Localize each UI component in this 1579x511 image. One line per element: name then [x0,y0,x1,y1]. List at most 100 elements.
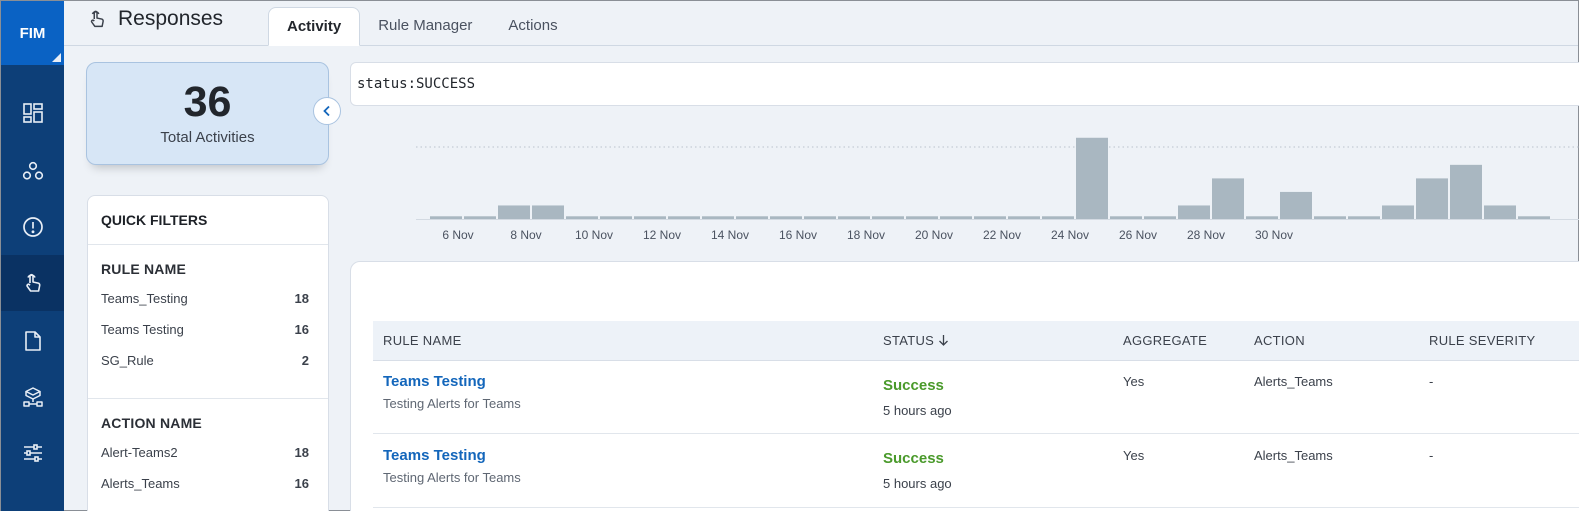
x-tick-label: 18 Nov [847,228,885,242]
histogram-bar[interactable] [1008,216,1040,219]
table-row[interactable]: Teams Testing Testing Alerts for Teams S… [373,435,1579,508]
search-input[interactable] [350,62,1579,106]
tab-activity[interactable]: Activity [268,7,361,46]
nav-alerts[interactable] [1,199,64,255]
status-badge: Success [883,450,944,467]
status-time: 5 hours ago [883,476,952,491]
total-activities-label: Total Activities [160,129,255,146]
histogram-bar[interactable] [1518,216,1550,219]
x-tick-label: 16 Nov [779,228,817,242]
nav-documents[interactable] [1,313,64,369]
histogram-bar[interactable] [430,216,462,219]
collapse-panel-button[interactable] [313,97,341,125]
histogram-bar[interactable] [566,216,598,219]
nav-dashboard[interactable] [1,85,64,141]
aggregate-cell: Yes [1123,448,1145,463]
filter-item[interactable]: SG_Rule 2 [101,353,315,384]
x-tick-label: 12 Nov [643,228,681,242]
tab-rule-manager[interactable]: Rule Manager [360,7,490,46]
filter-item[interactable]: Teams_Testing 18 [101,291,315,322]
histogram-bar[interactable] [940,216,972,219]
filter-item-count: 16 [294,322,309,337]
nav-settings[interactable] [1,425,64,481]
filter-item-count: 18 [294,291,309,306]
histogram-bar[interactable] [1382,205,1414,219]
nav-network[interactable] [1,369,64,425]
filter-item[interactable]: Alerts_Teams 16 [101,476,315,507]
network-icon [22,387,43,407]
rule-name-link[interactable]: Teams Testing [383,447,521,464]
histogram-bar[interactable] [702,216,734,219]
filter-item-label: Alerts_Teams [101,476,180,491]
histogram-bar[interactable] [1144,216,1176,219]
brand-label: FIM [19,24,46,42]
x-tick-label: 22 Nov [983,228,1021,242]
quick-filters-panel: QUICK FILTERS RULE NAME Teams_Testing 18… [87,195,329,511]
histogram-bar[interactable] [974,216,1006,219]
histogram-bar[interactable] [464,216,496,219]
histogram-bar[interactable] [668,216,700,219]
histogram-bar[interactable] [872,216,904,219]
assets-icon [22,161,43,180]
x-tick-label: 30 Nov [1255,228,1293,242]
filter-item-count: 16 [294,476,309,491]
column-header-aggregate[interactable]: AGGREGATE [1123,333,1207,348]
histogram-bar[interactable] [1280,191,1312,219]
histogram-bar[interactable] [1416,178,1448,219]
total-activities-count: 36 [183,78,232,126]
histogram-bar[interactable] [1484,205,1516,219]
histogram-bar[interactable] [1042,216,1074,219]
column-header-status-label: STATUS [883,333,935,348]
quick-filters-title: QUICK FILTERS [88,196,328,245]
rule-description: Testing Alerts for Teams [383,470,521,485]
column-header-rule-severity[interactable]: RULE SEVERITY [1429,333,1535,348]
filter-section-action-name: ACTION NAME Alert-Teams2 18 Alerts_Teams… [88,399,328,507]
column-header-status[interactable]: STATUS [883,333,949,348]
responses-icon [90,10,104,28]
histogram-bar[interactable] [1212,178,1244,219]
filter-item-label: SG_Rule [101,353,154,368]
histogram-bar[interactable] [770,216,802,219]
page-title-text: Responses [118,7,224,30]
rule-name-link[interactable]: Teams Testing [383,373,521,390]
histogram-bar[interactable] [1348,216,1380,219]
histogram-bar[interactable] [736,216,768,219]
x-tick-label: 26 Nov [1119,228,1157,242]
histogram-bar[interactable] [804,216,836,219]
table-row[interactable]: Teams Testing Testing Alerts for Teams S… [373,361,1579,434]
histogram-bar[interactable] [1314,216,1346,219]
chevron-left-icon [323,105,330,117]
nav-responses[interactable] [1,255,64,311]
filter-item[interactable]: Alert-Teams2 18 [101,445,315,476]
filter-item-count: 2 [301,353,309,368]
histogram-bar[interactable] [838,216,870,219]
nav-assets[interactable] [1,143,64,199]
histogram-bar[interactable] [1110,216,1142,219]
status-time: 5 hours ago [883,403,952,418]
filter-item-count: 18 [294,445,309,460]
histogram-bar[interactable] [906,216,938,219]
column-header-action[interactable]: ACTION [1254,333,1305,348]
document-icon [24,331,41,351]
filter-item[interactable]: Teams Testing 16 [101,322,315,353]
histogram-bar[interactable] [498,205,530,219]
sort-down-arrow-icon [939,335,949,346]
histogram-bar[interactable] [1178,205,1210,219]
histogram-bar[interactable] [1246,216,1278,219]
product-brand[interactable]: FIM [1,1,64,65]
histogram-bar[interactable] [1450,164,1482,219]
histogram-bar[interactable] [634,216,666,219]
histogram-bar[interactable] [532,205,564,219]
page-title: Responses [86,7,223,31]
tab-actions[interactable]: Actions [490,7,575,46]
histogram-bar[interactable] [600,216,632,219]
filter-heading-rule-name: RULE NAME [101,261,187,277]
filter-item-label: Teams Testing [101,322,184,337]
responses-icon [25,273,41,292]
filter-heading-action-name: ACTION NAME [101,415,202,431]
column-header-rule-name[interactable]: RULE NAME [383,333,462,348]
histogram-bar[interactable] [1076,137,1108,219]
alert-icon [22,217,43,237]
aggregate-cell: Yes [1123,374,1145,389]
total-activities-card: 36 Total Activities [86,62,329,165]
